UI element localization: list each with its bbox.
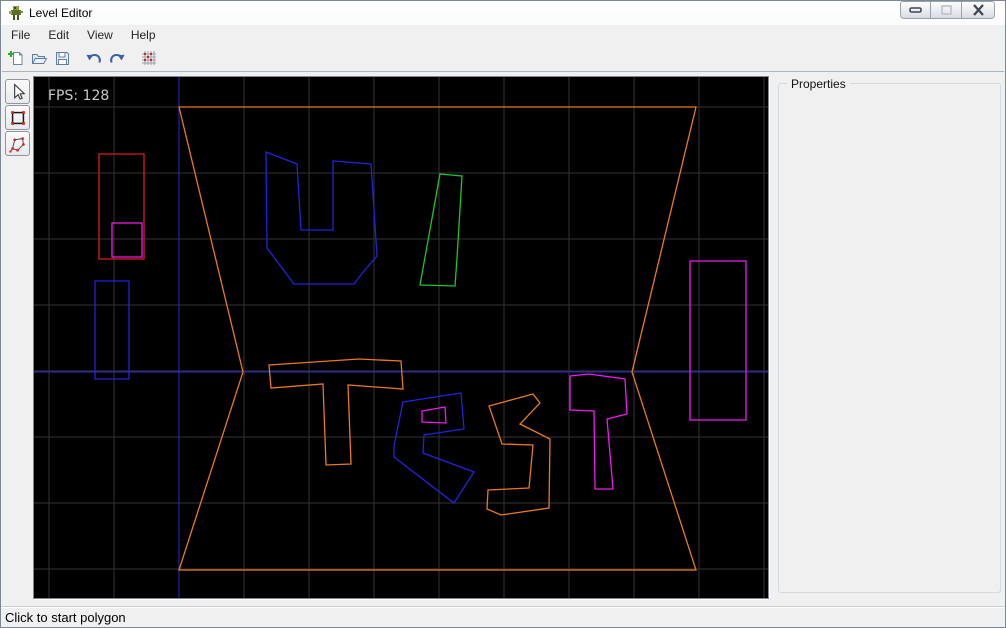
menu-bar: File Edit View Help (2, 25, 1004, 45)
menu-file[interactable]: File (2, 25, 39, 46)
close-icon (972, 4, 984, 16)
toolbar (2, 45, 1004, 72)
maximize-button[interactable] (931, 1, 962, 19)
save-icon (55, 51, 69, 65)
window-title: Level Editor (29, 6, 93, 20)
undo-button[interactable] (83, 47, 105, 69)
properties-panel-title: Properties (787, 77, 850, 91)
status-bar: Click to start polygon (1, 606, 1005, 627)
app-window: Level Editor File Edit View Help FPS: 12… (0, 0, 1006, 628)
rectangle-tool-icon (10, 110, 25, 125)
menu-view[interactable]: View (78, 25, 122, 46)
level-canvas[interactable]: FPS: 128 (33, 76, 769, 599)
new-document-icon (7, 50, 22, 65)
polygon-tool-icon (8, 136, 25, 153)
grid-snap-button[interactable] (138, 47, 160, 69)
select-tool-button[interactable] (5, 79, 30, 104)
fps-counter: FPS: 128 (48, 88, 110, 104)
new-file-button[interactable] (5, 47, 27, 69)
window-controls (900, 1, 995, 19)
open-file-button[interactable] (28, 47, 50, 69)
sprite-character-icon (8, 5, 24, 21)
minimize-icon (909, 7, 922, 13)
select-cursor-icon (13, 82, 26, 100)
title-bar[interactable]: Level Editor (1, 1, 1005, 25)
rectangle-tool-button[interactable] (5, 105, 30, 130)
save-button[interactable] (51, 47, 73, 69)
menu-edit[interactable]: Edit (39, 25, 78, 46)
level-canvas-svg[interactable] (34, 77, 768, 598)
maximize-icon (940, 5, 952, 15)
redo-icon (110, 53, 125, 63)
grid-snap-icon (142, 51, 156, 65)
close-button[interactable] (962, 1, 995, 19)
open-folder-icon (31, 53, 47, 64)
undo-icon (86, 53, 101, 63)
properties-groupbox (778, 83, 1001, 593)
menu-help[interactable]: Help (122, 25, 165, 46)
redo-button[interactable] (106, 47, 128, 69)
polygon-tool-button[interactable] (5, 131, 30, 156)
status-message: Click to start polygon (5, 610, 126, 625)
minimize-button[interactable] (900, 1, 931, 19)
